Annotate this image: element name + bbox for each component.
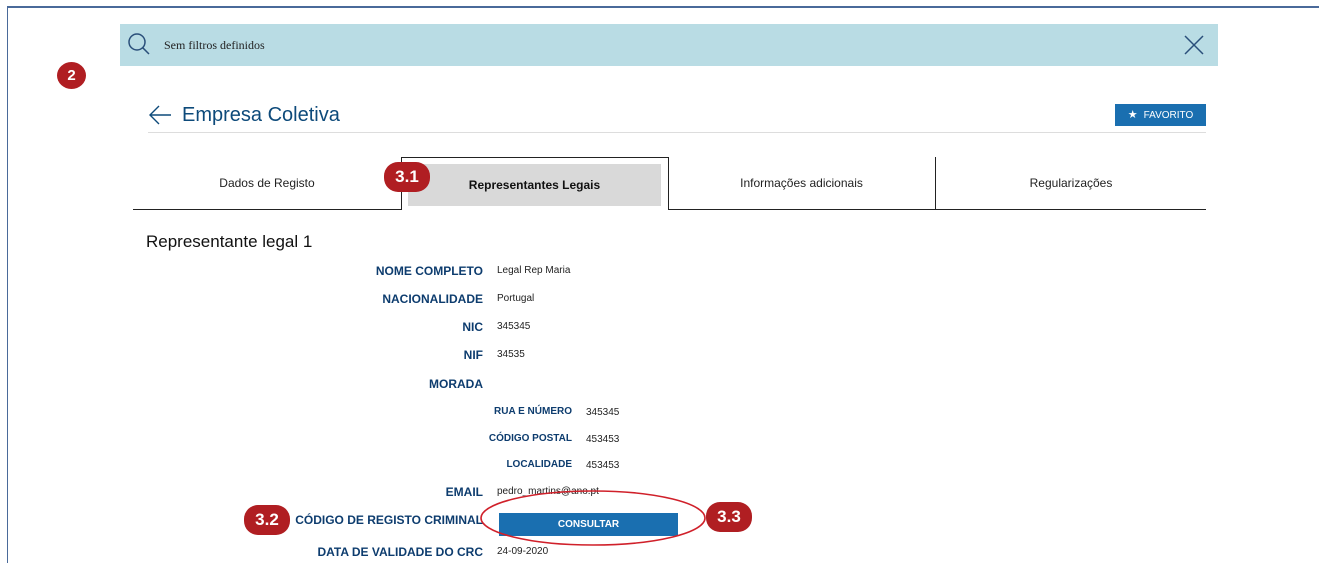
field-value-nome-completo: Legal Rep Maria bbox=[497, 265, 571, 276]
annotation-badge-3-2: 3.2 bbox=[244, 505, 290, 535]
tab-bar: Dados de Registo Representantes Legais I… bbox=[133, 157, 1206, 210]
tab-dados-de-registo[interactable]: Dados de Registo bbox=[133, 157, 401, 210]
tab-representantes-legais[interactable]: Representantes Legais bbox=[401, 157, 669, 210]
field-label-nacionalidade: NACIONALIDADE bbox=[382, 292, 483, 306]
field-value-nic: 345345 bbox=[497, 321, 531, 332]
field-value-rua-e-numero: 345345 bbox=[586, 407, 620, 418]
favorite-label: FAVORITO bbox=[1143, 110, 1194, 121]
field-label-codigo-registo-criminal: CÓDIGO DE REGISTO CRIMINAL bbox=[295, 513, 483, 527]
page-title: Empresa Coletiva bbox=[182, 104, 340, 126]
star-icon: ★ bbox=[1127, 109, 1138, 121]
field-value-codigo-postal: 453453 bbox=[586, 434, 620, 445]
field-label-data-validade-crc: DATA DE VALIDADE DO CRC bbox=[317, 545, 483, 559]
field-label-nome-completo: NOME COMPLETO bbox=[375, 264, 483, 278]
search-bar[interactable]: Sem filtros definidos bbox=[120, 24, 1218, 66]
field-label-codigo-postal: CÓDIGO POSTAL bbox=[488, 433, 572, 444]
tab-regularizacoes[interactable]: Regularizações bbox=[936, 157, 1206, 210]
representative-heading: Representante legal 1 bbox=[146, 232, 313, 251]
highlight-oval bbox=[480, 490, 706, 546]
annotation-badge-2: 2 bbox=[57, 62, 86, 89]
search-icon[interactable] bbox=[127, 32, 151, 61]
search-placeholder[interactable]: Sem filtros definidos bbox=[164, 38, 265, 53]
back-arrow-icon[interactable] bbox=[148, 104, 172, 131]
tab-label: Dados de Registo bbox=[219, 176, 315, 190]
field-label-localidade: LOCALIDADE bbox=[506, 459, 572, 470]
tab-label: Regularizações bbox=[1029, 176, 1113, 190]
field-value-nif: 34535 bbox=[497, 349, 525, 360]
annotation-badge-3-3: 3.3 bbox=[706, 502, 752, 532]
window-frame bbox=[7, 6, 1319, 563]
tab-label: Representantes Legais bbox=[468, 178, 601, 192]
favorite-button[interactable]: ★ FAVORITO bbox=[1115, 104, 1206, 126]
field-value-nacionalidade: Portugal bbox=[497, 293, 535, 304]
annotation-badge-3-1: 3.1 bbox=[384, 162, 430, 192]
field-label-nic: NIC bbox=[462, 320, 483, 334]
close-icon[interactable] bbox=[1184, 35, 1204, 60]
tab-label: Informações adicionais bbox=[740, 176, 863, 190]
field-value-localidade: 453453 bbox=[586, 460, 620, 471]
title-divider bbox=[148, 132, 1206, 133]
tab-informacoes-adicionais[interactable]: Informações adicionais bbox=[668, 157, 936, 210]
field-label-morada: MORADA bbox=[429, 377, 483, 391]
field-label-rua-e-numero: RUA E NÚMERO bbox=[494, 406, 572, 417]
field-label-nif: NIF bbox=[463, 348, 483, 362]
